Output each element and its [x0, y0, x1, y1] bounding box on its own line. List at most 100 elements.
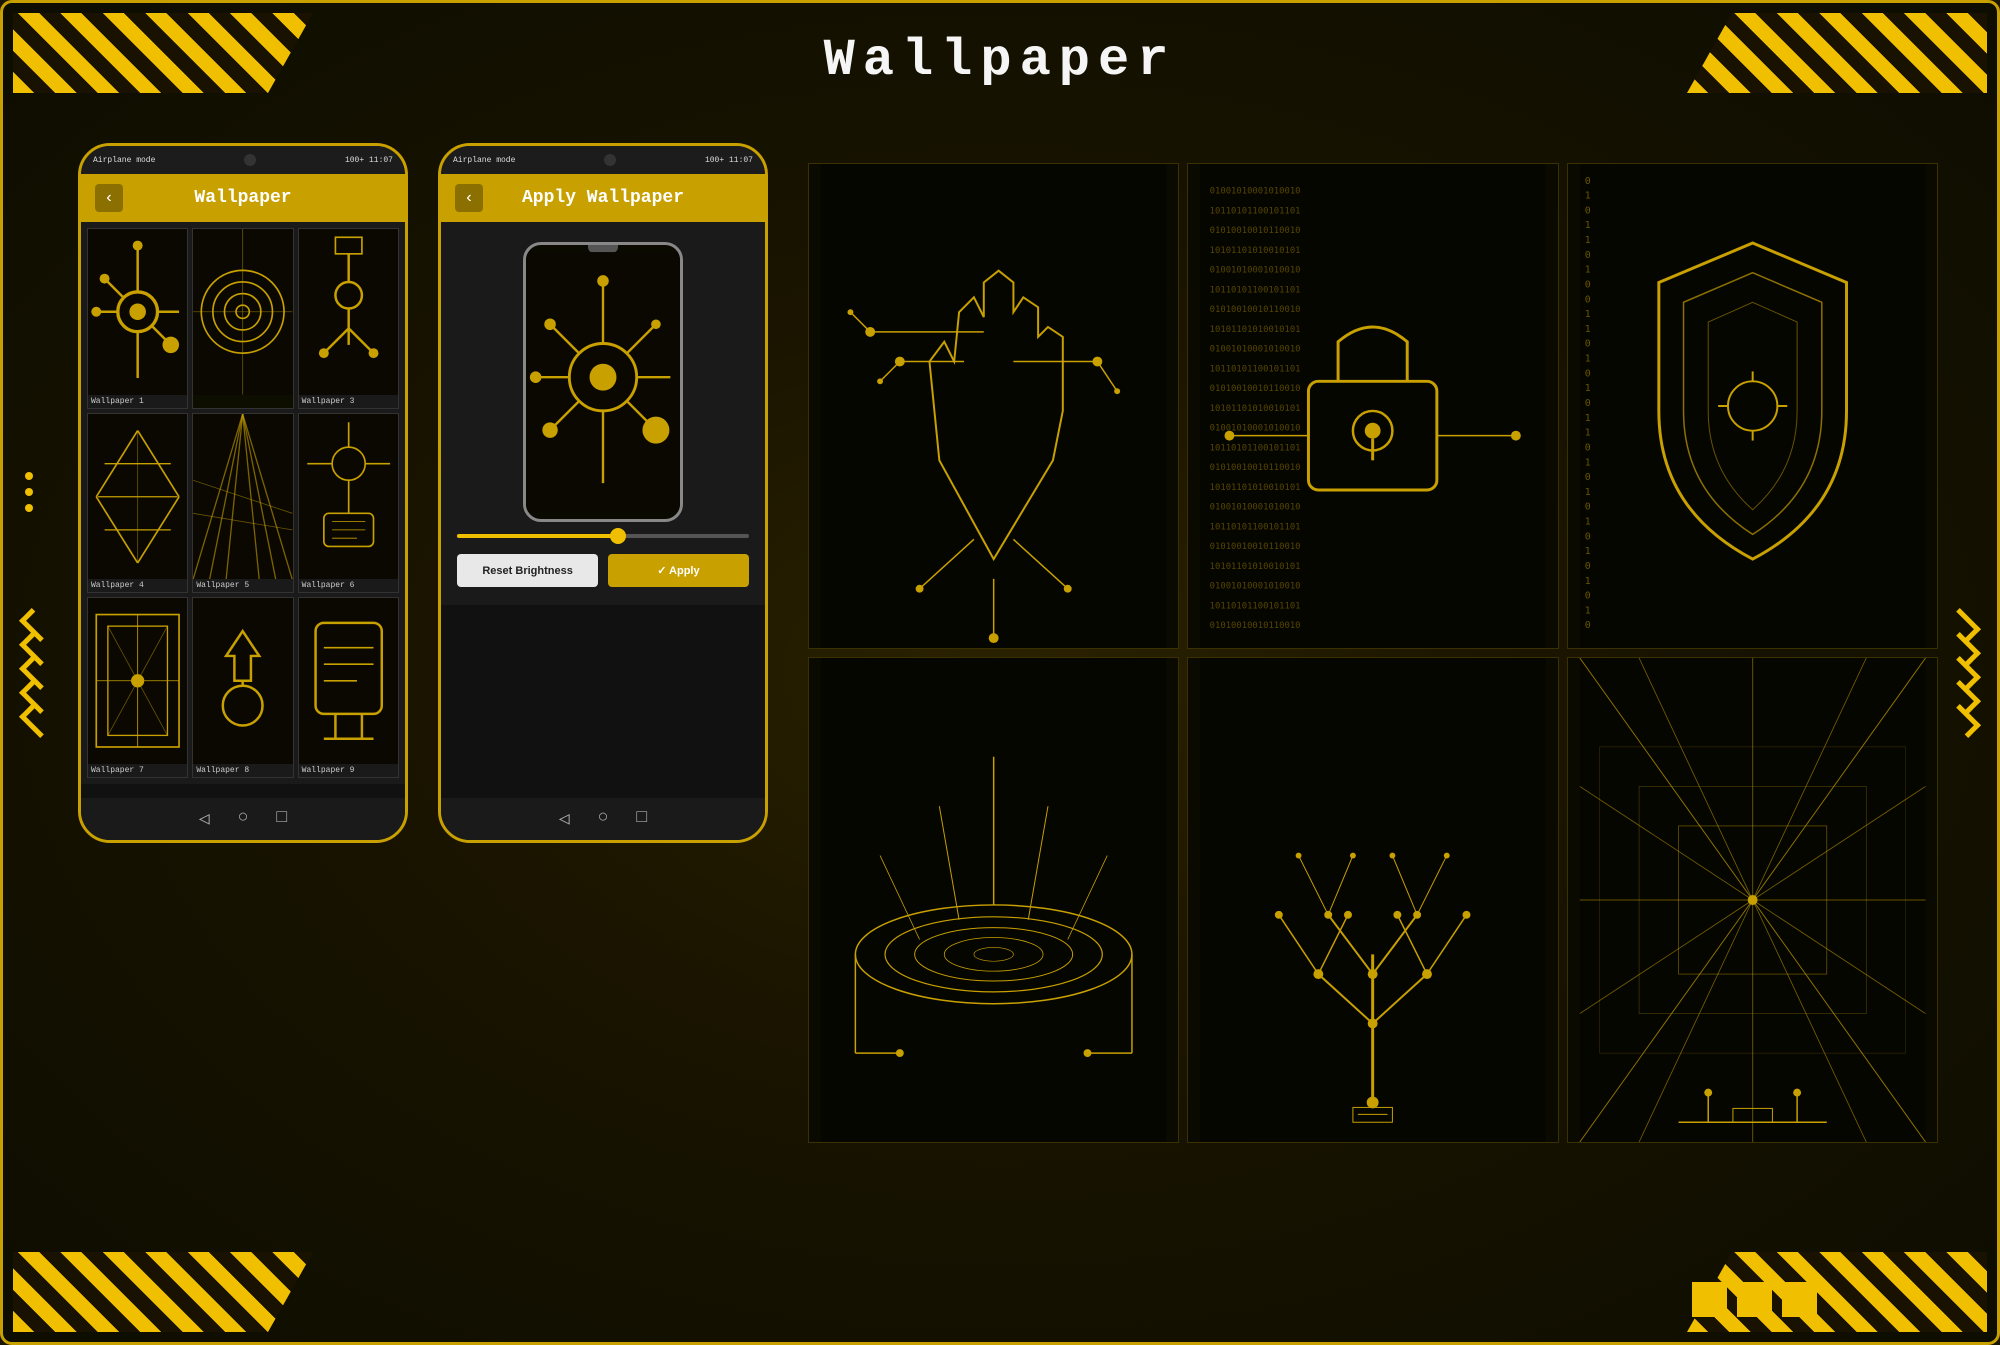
phone1-status-right: 100+ 11:07	[345, 156, 393, 165]
bottom-squares	[1692, 1282, 1817, 1317]
dot-2	[25, 488, 33, 496]
svg-text:0: 0	[1584, 442, 1590, 453]
phone2-buttons: Reset Brightness ✓ Apply	[457, 554, 749, 587]
svg-text:1: 1	[1584, 191, 1590, 202]
corner-decoration-bl	[13, 1252, 313, 1332]
wallpaper-label-8: Wallpaper 8	[193, 764, 292, 777]
wallpaper-grid: Wallpaper 1 Wallpaper 2	[81, 222, 405, 784]
dot-1	[25, 472, 33, 480]
wallpaper-thumb-8[interactable]: Wallpaper 8	[192, 597, 293, 778]
gallery-item-3[interactable]: 0 1 0 1 1 0 1 0 0 1 1 0 1 0 1 0 1 1 0 1	[1567, 163, 1938, 649]
apply-wallpaper-button[interactable]: ✓ Apply	[608, 554, 749, 587]
svg-text:10110101100101101: 10110101100101101	[1210, 522, 1301, 532]
wallpaper-label-7: Wallpaper 7	[88, 764, 187, 777]
wallpaper-thumb-1[interactable]: Wallpaper 1	[87, 228, 188, 409]
phone2-status-left: Airplane mode	[453, 156, 515, 165]
svg-text:0: 0	[1584, 279, 1590, 290]
svg-text:1: 1	[1584, 413, 1590, 424]
svg-text:0: 0	[1584, 398, 1590, 409]
wallpaper-thumb-2[interactable]: Wallpaper 2	[192, 228, 293, 409]
right-chevrons	[1949, 616, 1979, 730]
phone2-nav-recent[interactable]: □	[636, 808, 647, 830]
wallpaper-label-3: Wallpaper 3	[299, 395, 398, 408]
wallpaper-label-4: Wallpaper 4	[88, 579, 187, 592]
reset-brightness-button[interactable]: Reset Brightness	[457, 554, 598, 587]
slider-fill	[457, 534, 617, 538]
phone1-notch	[244, 154, 256, 166]
phone2: Airplane mode 100+ 11:07 ‹ Apply Wallpap…	[438, 143, 768, 843]
phone2-status-right: 100+ 11:07	[705, 156, 753, 165]
svg-text:10110101100101101: 10110101100101101	[1210, 285, 1301, 295]
svg-text:10110101100101101: 10110101100101101	[1210, 206, 1301, 216]
phone2-nav-home[interactable]: ○	[598, 808, 609, 830]
gallery-item-1[interactable]	[808, 163, 1179, 649]
gallery-area: 01001010001010010 10110101100101101 0101…	[798, 153, 1948, 1153]
wallpaper-thumb-9[interactable]: Wallpaper 9	[298, 597, 399, 778]
phone2-nav-back[interactable]: ◁	[559, 808, 570, 830]
gallery-item-5[interactable]	[1187, 657, 1558, 1143]
svg-text:1: 1	[1584, 324, 1590, 335]
brightness-slider[interactable]	[457, 534, 749, 538]
svg-text:0: 0	[1584, 205, 1590, 216]
phone1-nav-back[interactable]: ◁	[199, 808, 210, 830]
phone1-status-bar: Airplane mode 100+ 11:07	[81, 146, 405, 174]
wallpaper-label-5: Wallpaper 5	[193, 579, 292, 592]
gallery-item-4[interactable]	[808, 657, 1179, 1143]
svg-text:0: 0	[1584, 502, 1590, 513]
svg-text:01001010001010010: 01001010001010010	[1210, 187, 1301, 197]
svg-text:01010010010110010: 01010010010110010	[1210, 305, 1301, 315]
phone1-header: ‹ Wallpaper	[81, 174, 405, 222]
wallpaper-label-6: Wallpaper 6	[299, 579, 398, 592]
svg-text:01010010010110010: 01010010010110010	[1210, 542, 1301, 552]
svg-text:0: 0	[1584, 472, 1590, 483]
bottom-sq-3	[1782, 1282, 1817, 1317]
svg-text:01001010001010010: 01001010001010010	[1210, 503, 1301, 513]
wallpaper-thumb-7[interactable]: Wallpaper 7	[87, 597, 188, 778]
svg-text:1: 1	[1584, 487, 1590, 498]
svg-text:10101101010010101: 10101101010010101	[1210, 325, 1301, 335]
svg-text:01010010010110010: 01010010010110010	[1210, 226, 1301, 236]
phone1-title: Wallpaper	[133, 188, 353, 208]
wallpaper-thumb-4[interactable]: Wallpaper 4	[87, 413, 188, 594]
corner-decoration-tl	[13, 13, 313, 93]
phone1-nav-recent[interactable]: □	[276, 808, 287, 830]
svg-text:01001010001010010: 01001010001010010	[1210, 345, 1301, 355]
svg-text:1: 1	[1584, 576, 1590, 587]
phone1-nav-home[interactable]: ○	[238, 808, 249, 830]
bottom-sq-1	[1692, 1282, 1727, 1317]
svg-text:1: 1	[1584, 517, 1590, 528]
svg-text:1: 1	[1584, 546, 1590, 557]
svg-text:0: 0	[1584, 250, 1590, 261]
svg-text:10101101010010101: 10101101010010101	[1210, 562, 1301, 572]
main-container: Wallpaper Airplane mode 100+ 11:	[0, 0, 2000, 1345]
svg-text:1: 1	[1584, 605, 1590, 616]
svg-text:0: 0	[1584, 339, 1590, 350]
svg-text:0: 0	[1584, 620, 1590, 631]
phone2-notch	[604, 154, 616, 166]
left-dots	[25, 472, 33, 512]
phone2-nav-bar: ◁ ○ □	[441, 798, 765, 840]
svg-text:01010010010110010: 01010010010110010	[1210, 384, 1301, 394]
wallpaper-thumb-5[interactable]: Wallpaper 5	[192, 413, 293, 594]
svg-text:01010010010110010: 01010010010110010	[1210, 463, 1301, 473]
gallery-item-2[interactable]: 01001010001010010 10110101100101101 0101…	[1187, 163, 1558, 649]
wallpaper-thumb-3[interactable]: Wallpaper 3	[298, 228, 399, 409]
phone2-back-button[interactable]: ‹	[455, 184, 483, 212]
svg-text:0: 0	[1584, 591, 1590, 602]
svg-text:1: 1	[1584, 235, 1590, 246]
phone2-preview-area: Reset Brightness ✓ Apply	[441, 222, 765, 605]
bottom-sq-2	[1737, 1282, 1772, 1317]
wallpaper-thumb-6[interactable]: Wallpaper 6	[298, 413, 399, 594]
phone2-status-bar: Airplane mode 100+ 11:07	[441, 146, 765, 174]
inner-phone-frame	[523, 242, 683, 522]
svg-text:1: 1	[1584, 383, 1590, 394]
svg-text:01010010010110010: 01010010010110010	[1210, 621, 1301, 631]
phone1-status-left: Airplane mode	[93, 156, 155, 165]
gallery-item-6[interactable]	[1567, 657, 1938, 1143]
slider-thumb[interactable]	[610, 528, 626, 544]
page-title: Wallpaper	[824, 31, 1177, 90]
svg-text:1: 1	[1584, 354, 1590, 365]
phone1-back-button[interactable]: ‹	[95, 184, 123, 212]
phone1-nav-bar: ◁ ○ □	[81, 798, 405, 840]
corner-decoration-tr	[1687, 13, 1987, 93]
